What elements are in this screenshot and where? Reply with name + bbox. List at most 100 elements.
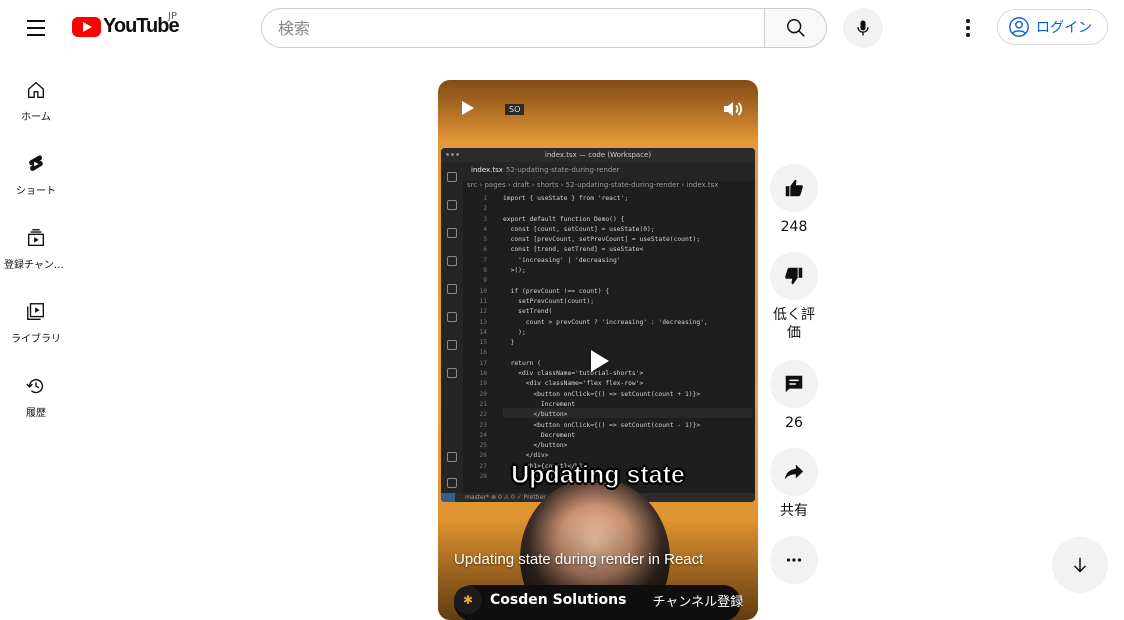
more-actions-button[interactable] [770, 536, 818, 584]
code-line: const [count, setCount] = useState(0); [503, 225, 655, 233]
comment-action: 26 [770, 360, 818, 432]
dislike-button[interactable] [770, 252, 818, 300]
library-icon [24, 300, 48, 324]
line-number: 12 [479, 308, 487, 316]
code-line: import { useState } from 'react'; [503, 195, 629, 202]
code-line: Decrement [503, 431, 576, 439]
tab-subtitle: 52-updating-state-during-render [505, 166, 620, 174]
more-action [770, 536, 818, 584]
code-line: <div className='tutorial-shorts'> [503, 370, 644, 378]
video-overlay-caption: Updating state [511, 461, 686, 490]
video-title[interactable]: Updating state during render in React [454, 551, 703, 568]
subscriptions-icon [24, 226, 48, 250]
guide-label: 履歴 [26, 408, 46, 419]
thumbs-up-icon [785, 179, 803, 197]
code-line: return ( [503, 359, 541, 367]
line-number: 5 [483, 236, 487, 244]
youtube-logo[interactable]: YouTube [72, 15, 180, 38]
youtube-play-icon [72, 16, 101, 37]
code-line: const [trend, setTrend] = useState< [503, 246, 644, 254]
line-number: 24 [479, 431, 487, 439]
line-number: 4 [483, 225, 487, 233]
guide-item-home[interactable]: ホーム [0, 56, 72, 130]
comments-button[interactable] [770, 360, 818, 408]
player-top-gradient [438, 80, 758, 140]
code-line: if (prevCount !== count) { [503, 287, 610, 295]
shorts-icon [24, 152, 48, 176]
shorts-player[interactable]: SO index.tsx — code (Workspace) index.ts… [438, 80, 758, 620]
tab-label: index.tsx [471, 166, 503, 174]
editor-window-title: index.tsx — code (Workspace) [544, 151, 652, 159]
settings-more-button[interactable] [948, 8, 988, 48]
line-number: 20 [479, 390, 487, 398]
next-video-button[interactable] [1052, 537, 1108, 593]
line-number: 3 [483, 215, 487, 223]
center-play-icon[interactable] [588, 349, 612, 373]
line-number: 13 [479, 318, 487, 326]
search-button[interactable] [764, 8, 827, 48]
line-number: 14 [479, 328, 487, 336]
code-line: <button onClick={() => setCount(count + … [503, 390, 701, 398]
volume-icon[interactable] [720, 97, 744, 121]
search-input[interactable] [261, 8, 764, 48]
account-icon [1009, 17, 1029, 37]
code-line: >(); [503, 267, 526, 275]
remote-indicator [441, 493, 455, 502]
dislike-label: 低く評価 [773, 307, 815, 341]
line-number: 15 [479, 339, 487, 347]
channel-avatar[interactable]: ✱ [454, 586, 482, 614]
code-line: 'increasing' | 'decreasing' [503, 256, 621, 264]
editor-tabbar: index.tsx 52-updating-state-during-render [463, 162, 755, 181]
guide-item-history[interactable]: 履歴 [0, 352, 72, 426]
login-label: ログイン [1036, 20, 1092, 36]
share-button[interactable] [770, 448, 818, 496]
menu-icon[interactable] [16, 8, 56, 48]
like-button[interactable] [770, 164, 818, 212]
line-number: 9 [483, 277, 487, 285]
subscribe-button[interactable]: チャンネル登録 [652, 591, 743, 610]
line-number: 1 [483, 195, 487, 202]
line-number: 7 [483, 256, 487, 264]
line-number: 21 [479, 400, 487, 408]
editor-titlebar: index.tsx — code (Workspace) [441, 148, 755, 162]
line-numbers: 1 2 3 4 5 6 7 8 9 10 11 12 13 14 15 16 17 18 19 20 21 22 23 24 2… [463, 194, 493, 482]
share-icon [784, 464, 804, 480]
channel-row: ✱ Cosden Solutions チャンネル登録 [454, 584, 743, 616]
code-line: <div className='flex flex-row'> [503, 380, 644, 388]
share-label: 共有 [780, 503, 808, 519]
like-count: 248 [780, 219, 808, 235]
line-number: 16 [479, 349, 487, 357]
login-button[interactable]: ログイン [997, 9, 1108, 45]
line-number: 10 [479, 287, 487, 295]
code-line: const [prevCount, setPrevCount] = useSta… [503, 236, 701, 244]
line-number: 6 [483, 246, 487, 254]
dislike-action: 低く評価 [770, 252, 818, 342]
guide-label: ホーム [21, 112, 51, 123]
channel-name[interactable]: Cosden Solutions [490, 592, 626, 608]
play-icon[interactable] [458, 98, 478, 118]
editor-breadcrumb: src › pages › draft › shorts › 52-updati… [467, 181, 719, 189]
more-horizontal-icon [786, 558, 802, 562]
microphone-icon [857, 20, 869, 36]
code-line: export default function Demo() { [503, 215, 625, 223]
arrow-down-icon [1073, 557, 1087, 573]
comment-count: 26 [785, 415, 803, 431]
voice-search-button[interactable] [843, 8, 883, 48]
code-line: Increment [503, 400, 576, 408]
line-number: 25 [479, 442, 487, 450]
guide-item-shorts[interactable]: ショート [0, 130, 72, 204]
line-number: 17 [479, 359, 487, 367]
guide-item-subscriptions[interactable]: 登録チャンネル [0, 204, 72, 278]
share-action: 共有 [770, 448, 818, 520]
code-editor-frame: index.tsx — code (Workspace) index.tsx 52… [441, 148, 755, 502]
guide-item-library[interactable]: ライブラリ [0, 278, 72, 352]
code-line: </button> [503, 411, 568, 419]
code-line: <button onClick={() => setCount(count - … [503, 421, 701, 429]
guide-label: ショート [16, 186, 56, 197]
line-number: 22 [479, 411, 487, 419]
code-line: } [503, 339, 515, 347]
line-number: 8 [483, 267, 487, 275]
